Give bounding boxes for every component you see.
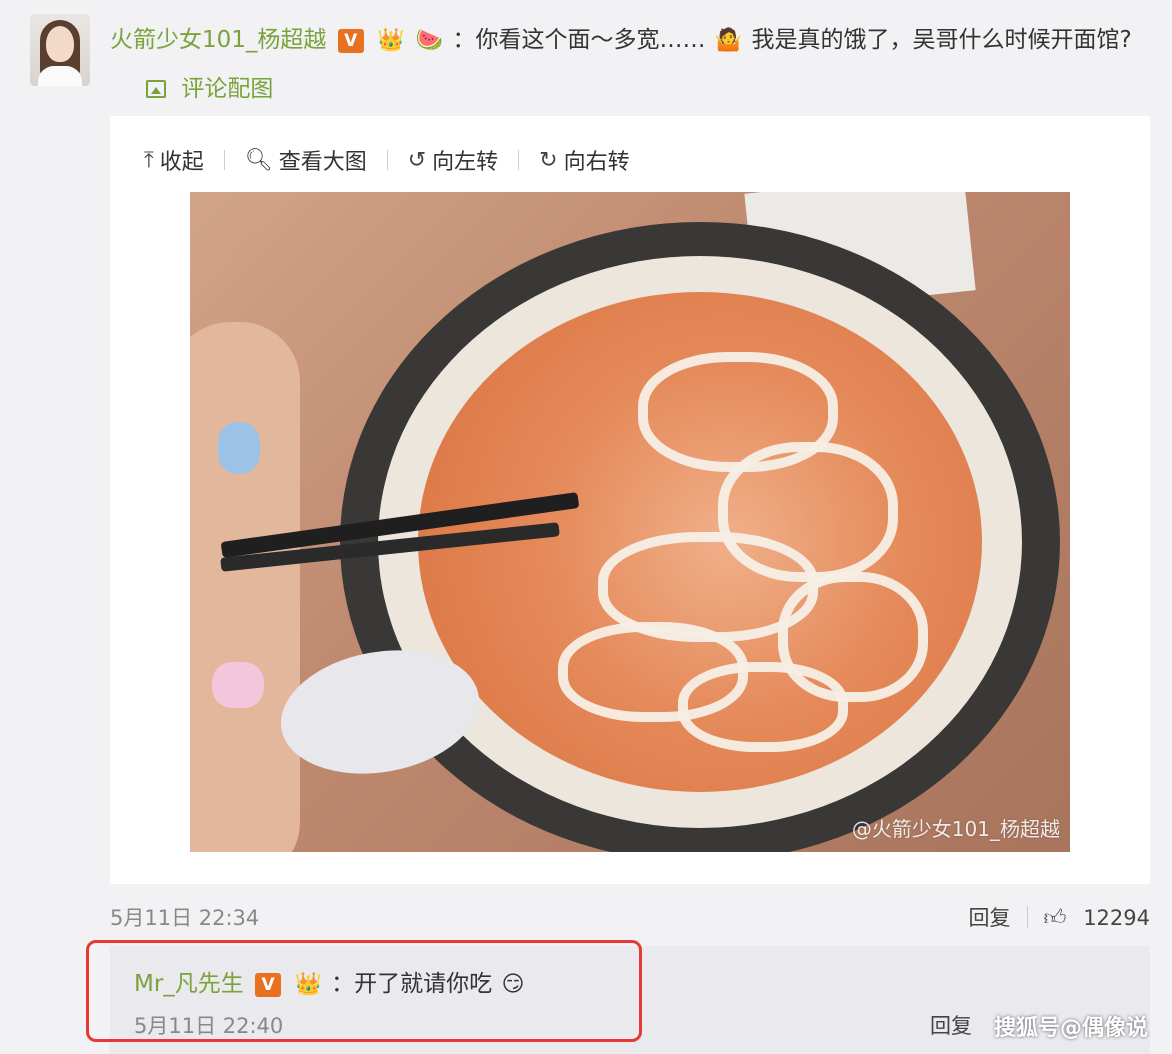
reply-button[interactable]: 回复: [969, 902, 1011, 932]
view-large-button[interactable]: 🔍︎ 查看大图: [245, 144, 367, 176]
thumbs-up-icon: 👍︎: [1043, 905, 1067, 931]
verified-badge-icon: V: [337, 28, 364, 53]
reply-reply-button[interactable]: 回复: [930, 1010, 972, 1040]
media-card: ⤒ 收起 🔍︎ 查看大图 ↺ 向左转 ↻ 向右转 @火箭少女101_杨超越: [110, 116, 1150, 884]
toolbar-divider: [518, 150, 520, 170]
toolbar-divider: [386, 150, 388, 170]
collapse-button[interactable]: ⤒ 收起: [144, 144, 204, 176]
post-time: 5月11日 22:34: [110, 906, 260, 930]
post-meta-row: 5月11日 22:34 回复 👍︎ 12294: [110, 898, 1150, 934]
highlight-box: [86, 940, 642, 1042]
watermelon-icon: 🍉: [415, 27, 444, 53]
shrug-emoji-icon: 🤷: [714, 27, 743, 53]
like-button[interactable]: 👍︎ 12294: [1044, 904, 1151, 931]
post-text: 火箭少女101_杨超越 V 👑 🍉 ：你看这个面～多宽…… 🤷 我是真的饿了，吴…: [110, 16, 1150, 113]
avatar-body: [38, 66, 82, 86]
like-count: 12294: [1083, 905, 1150, 930]
image-icon: [146, 79, 166, 98]
rotate-left-icon: ↺: [407, 147, 427, 173]
noodle: [678, 662, 848, 752]
rotate-right-label: 向右转: [563, 150, 630, 175]
collapse-label: 收起: [159, 150, 204, 175]
view-large-label: 查看大图: [278, 150, 367, 175]
action-divider: [1026, 906, 1028, 928]
post-actions: 回复 👍︎ 12294: [969, 902, 1151, 932]
magnifier-icon: 🔍︎: [244, 147, 273, 173]
rotate-left-button[interactable]: ↺ 向左转: [408, 144, 498, 176]
rotate-right-button[interactable]: ↻ 向右转: [539, 144, 629, 176]
post-username[interactable]: 火箭少女101_杨超越: [110, 27, 326, 53]
toolbar-divider: [223, 150, 225, 170]
corner-watermark: 搜狐号@偶像说: [993, 1016, 1148, 1041]
comment-pic-label: 评论配图: [181, 75, 274, 102]
hand: [190, 322, 300, 852]
post-text-part2: 我是真的饿了，吴哥什么时候开面馆?: [751, 27, 1132, 53]
avatar[interactable]: [30, 14, 90, 86]
image-toolbar: ⤒ 收起 🔍︎ 查看大图 ↺ 向左转 ↻ 向右转: [144, 144, 630, 176]
rotate-left-label: 向左转: [432, 150, 499, 175]
upload-arrow-icon: ⤒: [144, 147, 154, 173]
painted-nail: [218, 422, 260, 474]
noodle-photo[interactable]: @火箭少女101_杨超越: [190, 192, 1070, 852]
comment-pic-link[interactable]: 评论配图: [146, 76, 273, 102]
painted-nail: [212, 662, 264, 708]
rotate-right-icon: ↻: [539, 147, 558, 173]
post-text-part1: ：你看这个面～多宽……: [452, 27, 706, 53]
crown-icon: 👑: [377, 27, 405, 53]
avatar-face: [46, 26, 74, 62]
image-watermark: @火箭少女101_杨超越: [851, 817, 1060, 841]
